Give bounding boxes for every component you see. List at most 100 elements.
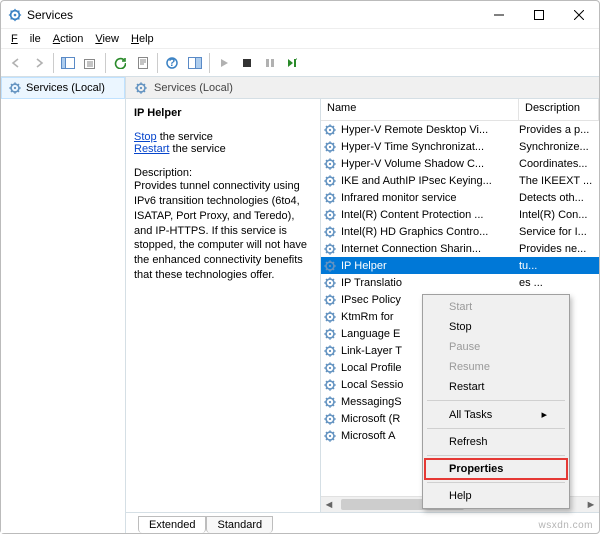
pane-header: Services (Local) — [126, 77, 599, 99]
minimize-button[interactable] — [479, 1, 519, 29]
service-row[interactable]: Hyper-V Remote Desktop Vi...Provides a p… — [321, 121, 599, 138]
properties-button[interactable] — [132, 52, 154, 74]
tree-node-services-local[interactable]: Services (Local) — [1, 77, 125, 99]
show-description-button[interactable] — [184, 52, 206, 74]
nav-forward-button[interactable] — [28, 52, 50, 74]
service-row[interactable]: Intel(R) Content Protection ...Intel(R) … — [321, 206, 599, 223]
gear-icon — [8, 81, 22, 95]
scroll-left-arrow[interactable]: ◄ — [321, 497, 337, 513]
menubar: File Action View Help — [1, 29, 599, 49]
column-headers: Name Description — [321, 99, 599, 121]
service-desc: Service for I... — [519, 226, 599, 238]
menu-file[interactable]: File — [5, 31, 47, 47]
tree-node-label: Services (Local) — [26, 82, 105, 94]
chevron-right-icon: ▸ — [541, 408, 547, 421]
titlebar: Services — [1, 1, 599, 29]
service-name: Intel(R) Content Protection ... — [341, 209, 519, 221]
service-name: Internet Connection Sharin... — [341, 243, 519, 255]
service-desc: Intel(R) Con... — [519, 209, 599, 221]
refresh-button[interactable] — [109, 52, 131, 74]
menu-item-restart[interactable]: Restart — [425, 377, 567, 397]
menu-item-refresh[interactable]: Refresh — [425, 432, 567, 452]
menu-view[interactable]: View — [89, 31, 125, 47]
service-title: IP Helper — [134, 107, 312, 119]
restart-service-button[interactable] — [282, 52, 304, 74]
service-row[interactable]: IP Translatioes ... — [321, 274, 599, 291]
menu-action[interactable]: Action — [47, 31, 90, 47]
tab-standard[interactable]: Standard — [206, 516, 273, 533]
service-name: Hyper-V Remote Desktop Vi... — [341, 124, 519, 136]
gear-icon — [323, 395, 339, 409]
start-service-button[interactable] — [213, 52, 235, 74]
service-name: Infrared monitor service — [341, 192, 519, 204]
gear-icon — [323, 140, 339, 154]
restart-link[interactable]: Restart — [134, 143, 169, 155]
service-desc: Synchronize... — [519, 141, 599, 153]
gear-icon — [134, 81, 148, 95]
menu-item-stop[interactable]: Stop — [425, 317, 567, 337]
gear-icon — [323, 378, 339, 392]
menu-item-help[interactable]: Help — [425, 486, 567, 506]
description-text: Provides tunnel connectivity using IPv6 … — [134, 179, 312, 283]
gear-icon — [323, 123, 339, 137]
close-button[interactable] — [559, 1, 599, 29]
maximize-button[interactable] — [519, 1, 559, 29]
menu-help[interactable]: Help — [125, 31, 160, 47]
menu-item-resume[interactable]: Resume — [425, 357, 567, 377]
nav-back-button[interactable] — [5, 52, 27, 74]
service-name: Hyper-V Time Synchronizat... — [341, 141, 519, 153]
service-row[interactable]: Infrared monitor serviceDetects oth... — [321, 189, 599, 206]
service-description-block: Description: Provides tunnel connectivit… — [134, 167, 312, 283]
gear-icon — [323, 225, 339, 239]
toolbar-separator — [157, 53, 158, 73]
service-desc: Provides a p... — [519, 124, 599, 136]
service-name: IP Translatio — [341, 277, 519, 289]
service-name: Intel(R) HD Graphics Contro... — [341, 226, 519, 238]
service-name: Hyper-V Volume Shadow C... — [341, 158, 519, 170]
pause-service-button[interactable] — [259, 52, 281, 74]
toolbar-separator — [105, 53, 106, 73]
menu-item-pause[interactable]: Pause — [425, 337, 567, 357]
menu-item-all-tasks[interactable]: All Tasks▸ — [425, 404, 567, 425]
context-menu: Start Stop Pause Resume Restart All Task… — [422, 294, 570, 509]
gear-icon — [323, 157, 339, 171]
service-row[interactable]: IKE and AuthIP IPsec Keying...The IKEEXT… — [321, 172, 599, 189]
show-hide-tree-button[interactable] — [57, 52, 79, 74]
service-desc: Detects oth... — [519, 192, 599, 204]
gear-icon — [323, 412, 339, 426]
menu-item-properties[interactable]: Properties — [425, 459, 567, 479]
pane-header-label: Services (Local) — [154, 82, 233, 94]
service-row[interactable]: IP Helpertu... — [321, 257, 599, 274]
service-desc: tu... — [519, 260, 599, 272]
service-desc: The IKEEXT ... — [519, 175, 599, 187]
service-row[interactable]: Hyper-V Volume Shadow C...Coordinates... — [321, 155, 599, 172]
toolbar-separator — [53, 53, 54, 73]
service-desc: Coordinates... — [519, 158, 599, 170]
stop-service-button[interactable] — [236, 52, 258, 74]
menu-separator — [427, 455, 565, 456]
service-desc: es ... — [519, 277, 599, 289]
stop-link[interactable]: Stop — [134, 131, 157, 143]
gear-icon — [323, 293, 339, 307]
gear-icon — [323, 242, 339, 256]
service-name: IKE and AuthIP IPsec Keying... — [341, 175, 519, 187]
help-button[interactable]: ? — [161, 52, 183, 74]
tab-extended[interactable]: Extended — [138, 516, 206, 533]
column-name[interactable]: Name — [321, 99, 519, 120]
gear-icon — [323, 191, 339, 205]
service-name: IP Helper — [341, 260, 519, 272]
service-row[interactable]: Intel(R) HD Graphics Contro...Service fo… — [321, 223, 599, 240]
scroll-right-arrow[interactable]: ► — [583, 497, 599, 513]
export-list-button[interactable] — [80, 52, 102, 74]
menu-item-start[interactable]: Start — [425, 297, 567, 317]
service-detail: IP Helper Stop the service Restart the s… — [126, 99, 321, 512]
gear-icon — [323, 310, 339, 324]
service-row[interactable]: Internet Connection Sharin...Provides ne… — [321, 240, 599, 257]
gear-icon — [323, 429, 339, 443]
column-description[interactable]: Description — [519, 99, 599, 120]
watermark: wsxdn.com — [538, 520, 593, 531]
console-tree[interactable]: Services (Local) — [1, 77, 126, 533]
service-row[interactable]: Hyper-V Time Synchronizat...Synchronize.… — [321, 138, 599, 155]
gear-icon — [323, 276, 339, 290]
gear-icon — [323, 361, 339, 375]
